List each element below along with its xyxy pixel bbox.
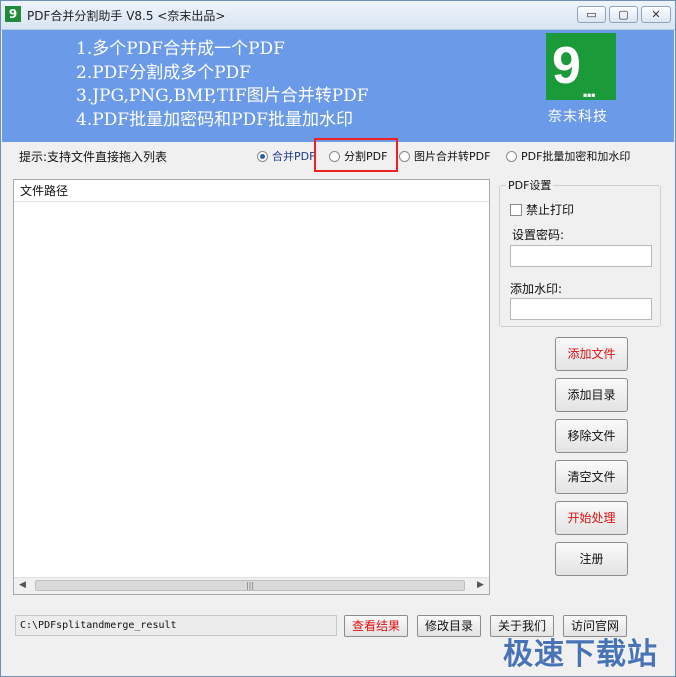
scroll-left-icon[interactable]: ◀ <box>19 580 26 590</box>
minimize-button[interactable]: ▭ <box>577 6 606 23</box>
mode-radio-image-to-pdf[interactable]: 图片合并转PDF <box>399 150 490 164</box>
radio-icon <box>399 151 410 162</box>
radio-label: 合并PDF <box>272 150 316 163</box>
drag-hint: 提示:支持文件直接拖入列表 <box>19 150 168 164</box>
app-icon: 9 <box>5 6 21 22</box>
password-label: 设置密码: <box>512 228 565 242</box>
view-result-button[interactable]: 查看结果 <box>344 615 408 637</box>
minimize-icon: ▭ <box>586 8 597 21</box>
title-bar[interactable]: 9 PDF合并分割助手 V8.5 <奈末出品> ▭ ▢ ✕ <box>1 1 675 30</box>
site-watermark: 极速下载站 <box>503 637 658 672</box>
brand-logo: 9 ... <box>546 33 616 102</box>
close-icon: ✕ <box>651 8 661 21</box>
window-title: PDF合并分割助手 V8.5 <奈末出品> <box>27 9 226 23</box>
restore-button[interactable]: ▢ <box>609 6 638 23</box>
feature-list: 1.多个PDF合并成一个PDF 2.PDF分割成多个PDF 3.JPG,PNG,… <box>76 38 369 132</box>
output-path-field[interactable]: C:\PDFsplitandmerge_result <box>15 615 337 636</box>
close-button[interactable]: ✕ <box>641 6 671 23</box>
logo-nine-icon: 9 <box>546 33 616 100</box>
scroll-thumb[interactable]: ||| <box>35 580 465 591</box>
logo-dots-icon: ... <box>582 77 596 102</box>
checkbox-label: 禁止打印 <box>526 203 575 217</box>
watermark-label: 添加水印: <box>510 282 563 296</box>
feature-item: 2.PDF分割成多个PDF <box>76 62 251 83</box>
radio-label: PDF批量加密和加水印 <box>521 150 631 163</box>
radio-icon <box>506 151 517 162</box>
column-header-file-path[interactable]: 文件路径 <box>14 180 489 202</box>
remove-file-button[interactable]: 移除文件 <box>555 419 628 453</box>
feature-item: 3.JPG,PNG,BMP,TIF图片合并转PDF <box>76 86 369 106</box>
pdf-settings-legend: PDF设置 <box>506 177 554 193</box>
checkbox-icon <box>510 204 522 216</box>
app-window: 9 PDF合并分割助手 V8.5 <奈末出品> ▭ ▢ ✕ 1.多个PDF合并成… <box>0 0 676 677</box>
feature-item: 4.PDF批量加密码和PDF批量加水印 <box>76 109 353 130</box>
password-field[interactable] <box>510 245 652 267</box>
grip-icon: ||| <box>245 581 255 590</box>
add-folder-button[interactable]: 添加目录 <box>555 378 628 412</box>
add-file-button[interactable]: 添加文件 <box>555 337 628 371</box>
scroll-right-icon[interactable]: ▶ <box>477 580 484 590</box>
clear-files-button[interactable]: 清空文件 <box>555 460 628 494</box>
start-button[interactable]: 开始处理 <box>555 501 628 535</box>
change-directory-button[interactable]: 修改目录 <box>417 615 481 637</box>
watermark-field[interactable] <box>510 298 652 320</box>
brand-name: 奈末科技 <box>548 109 608 125</box>
register-button[interactable]: 注册 <box>555 542 628 576</box>
feature-banner: 1.多个PDF合并成一个PDF 2.PDF分割成多个PDF 3.JPG,PNG,… <box>2 30 674 142</box>
no-print-checkbox[interactable]: 禁止打印 <box>510 201 574 218</box>
file-list[interactable]: 文件路径 ◀ ||| ▶ <box>13 179 490 595</box>
highlight-annotation <box>314 138 398 172</box>
restore-icon: ▢ <box>618 8 629 21</box>
radio-label: 图片合并转PDF <box>414 150 491 163</box>
feature-item: 1.多个PDF合并成一个PDF <box>76 39 285 59</box>
mode-radio-encrypt-watermark[interactable]: PDF批量加密和加水印 <box>506 150 630 164</box>
mode-radio-merge[interactable]: 合并PDF <box>257 150 315 164</box>
horizontal-scrollbar[interactable]: ◀ ||| ▶ <box>14 577 489 594</box>
radio-selected-icon <box>257 151 268 162</box>
